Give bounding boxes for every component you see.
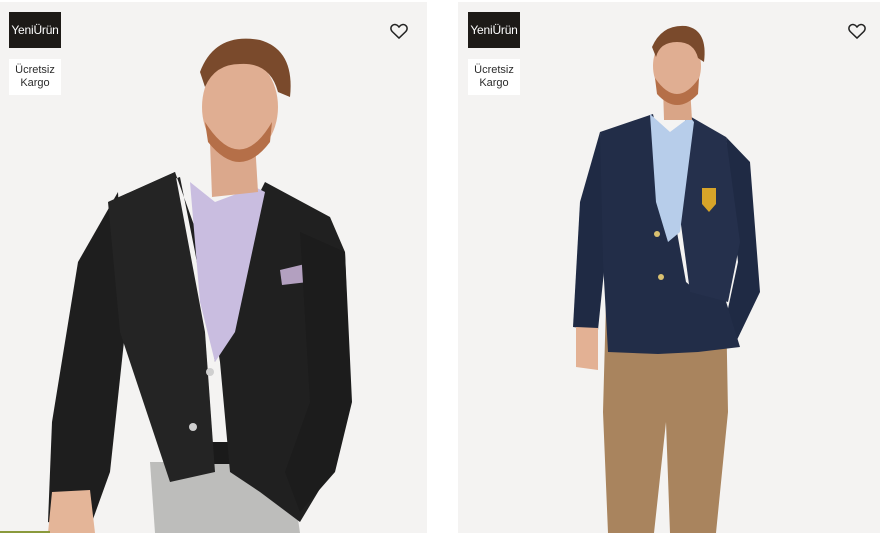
free-shipping-badge: Ücretsiz Kargo (468, 59, 520, 95)
product-image[interactable] (0, 2, 427, 533)
heart-outline-icon[interactable] (847, 21, 867, 41)
new-product-badge: YeniÜrün (468, 12, 520, 48)
new-product-badge: YeniÜrün (9, 12, 61, 48)
free-shipping-label-line2: Kargo (479, 77, 509, 89)
product-card[interactable]: YeniÜrün Ücretsiz Kargo (0, 2, 427, 533)
heart-outline-icon[interactable] (389, 21, 409, 41)
free-shipping-label-line1: Ücretsiz (474, 64, 514, 76)
free-shipping-badge: Ücretsiz Kargo (9, 59, 61, 95)
product-card[interactable]: YeniÜrün Ücretsiz Kargo (458, 2, 880, 533)
product-image[interactable] (458, 2, 880, 533)
free-shipping-label-line1: Ücretsiz (15, 64, 55, 76)
free-shipping-label-line2: Kargo (20, 77, 50, 89)
